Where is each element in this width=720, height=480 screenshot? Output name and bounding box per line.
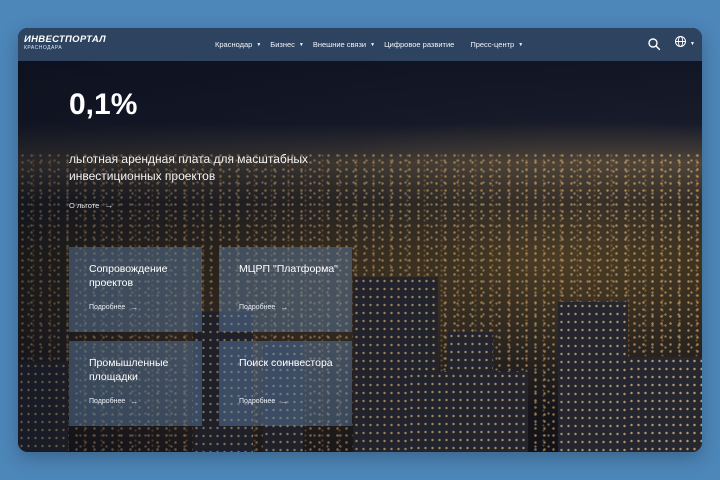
- card-industrial-sites[interactable]: Промышленные площадки Подробнее →: [69, 341, 202, 426]
- benefit-link[interactable]: О льготе →: [69, 200, 113, 210]
- card-title: Сопровождение проектов: [89, 263, 168, 289]
- language-switcher[interactable]: ▼: [674, 35, 695, 53]
- search-icon[interactable]: [647, 37, 661, 51]
- main-nav: Краснодар ▼ Бизнес ▼ Внешние связи ▼ Циф…: [215, 28, 532, 61]
- browser-frame: ИНВЕСТПОРТАЛ КРАСНОДАРА Краснодар ▼ Бизн…: [18, 28, 702, 452]
- logo-sub-text: КРАСНОДАРА: [24, 44, 63, 51]
- arrow-right-icon: →: [130, 397, 139, 406]
- nav-item-label: Пресс-центр: [470, 40, 515, 49]
- globe-icon: [674, 35, 687, 53]
- card-more-link[interactable]: Подробнее →: [89, 397, 138, 406]
- card-link-label: Подробнее: [89, 304, 126, 311]
- nav-item-press-center[interactable]: Пресс-центр ▼: [470, 40, 523, 49]
- card-co-investor-search[interactable]: Поиск соинвестора Подробнее →: [219, 341, 352, 426]
- chevron-down-icon: ▼: [298, 41, 304, 48]
- logo-main-text: ИНВЕСТПОРТАЛ: [24, 34, 106, 45]
- nav-item-label: Внешние связи: [312, 40, 367, 49]
- arrow-right-icon: →: [280, 303, 289, 312]
- nav-item-digital-development[interactable]: Цифровое развитие: [384, 40, 454, 49]
- nav-item-label: Бизнес: [270, 40, 295, 49]
- card-title: Поиск соинвестора: [239, 357, 333, 369]
- card-more-link[interactable]: Подробнее →: [239, 303, 288, 312]
- nav-item-label: Краснодар: [215, 40, 253, 49]
- card-more-link[interactable]: Подробнее →: [239, 397, 288, 406]
- nav-item-external-relations[interactable]: Внешние связи ▼: [313, 40, 375, 49]
- arrow-right-icon: →: [280, 397, 289, 406]
- card-link-label: Подробнее: [239, 304, 276, 311]
- card-title: Промышленные площадки: [89, 357, 169, 383]
- arrow-right-icon: →: [130, 303, 139, 312]
- chevron-down-icon: ▼: [690, 41, 695, 47]
- card-more-link[interactable]: Подробнее →: [89, 303, 138, 312]
- arrow-right-icon: →: [104, 200, 114, 210]
- hero-subtitle: льготная арендная плата для масштабных и…: [69, 152, 309, 183]
- site-logo[interactable]: ИНВЕСТПОРТАЛ КРАСНОДАРА: [24, 35, 106, 51]
- card-title: МЦРП "Платформа": [239, 263, 338, 275]
- card-project-support[interactable]: Сопровождение проектов Подробнее →: [69, 247, 202, 332]
- nav-item-label: Цифровое развитие: [384, 40, 455, 49]
- card-link-label: Подробнее: [89, 398, 126, 405]
- chevron-down-icon: ▼: [518, 41, 524, 48]
- chevron-down-icon: ▼: [256, 41, 262, 48]
- nav-item-business[interactable]: Бизнес ▼: [270, 40, 304, 49]
- nav-item-krasnodar[interactable]: Краснодар ▼: [215, 40, 261, 49]
- card-platform[interactable]: МЦРП "Платформа" Подробнее →: [219, 247, 352, 332]
- benefit-link-label: О льготе: [69, 200, 100, 210]
- hero-highlight-value: 0,1%: [69, 88, 138, 121]
- card-link-label: Подробнее: [239, 398, 276, 405]
- chevron-down-icon: ▼: [370, 41, 376, 48]
- top-navigation-bar: ИНВЕСТПОРТАЛ КРАСНОДАРА Краснодар ▼ Бизн…: [18, 28, 702, 61]
